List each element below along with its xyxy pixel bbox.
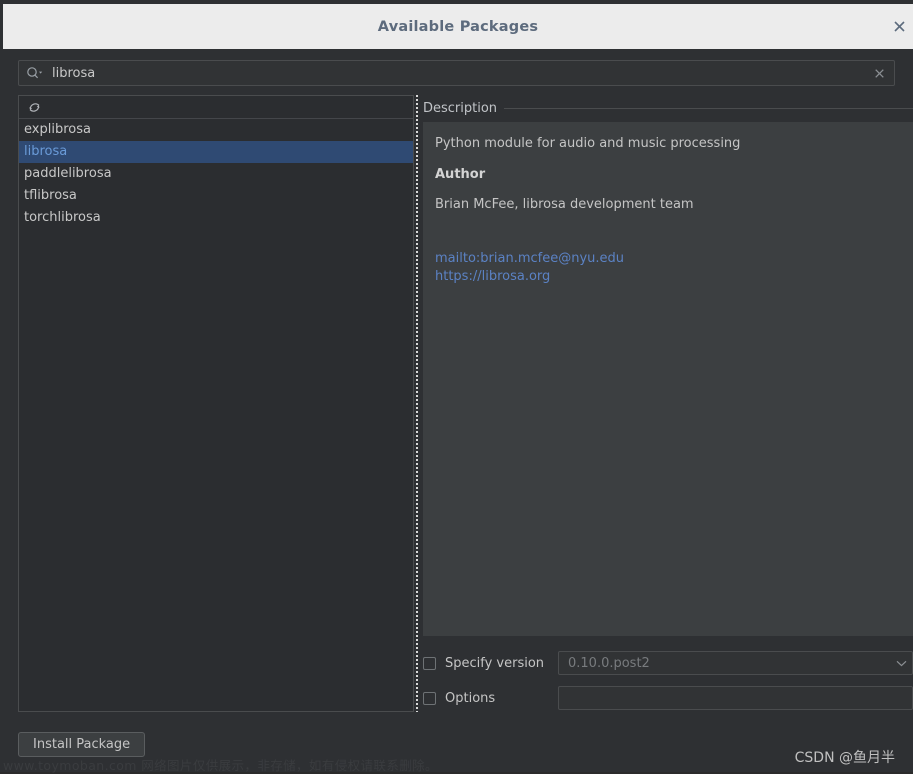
refresh-icon[interactable] (25, 98, 43, 116)
panel-splitter[interactable] (414, 95, 420, 712)
specify-version-label: Specify version (445, 655, 545, 671)
specify-version-row: Specify version 0.10.0.post2 (423, 650, 913, 676)
description-panel: Description Python module for audio and … (423, 98, 913, 638)
specify-version-checkbox[interactable] (423, 656, 436, 670)
package-list-panel: explibrosa librosa paddlelibrosa tflibro… (18, 95, 414, 712)
author-label: Author (435, 166, 486, 182)
search-input[interactable] (46, 62, 868, 84)
description-header: Description (423, 98, 913, 118)
package-summary: Python module for audio and music proces… (435, 136, 741, 151)
list-item[interactable]: paddlelibrosa (19, 163, 413, 185)
options-label: Options (445, 690, 496, 706)
dialog-titlebar: Available Packages (3, 4, 913, 49)
watermark-left: www.toymoban.com 网络图片仅供展示，非存储，如有侵权请联系删除。 (3, 758, 438, 773)
options-row: Options (423, 685, 913, 711)
header-divider (504, 107, 913, 109)
description-title: Description (423, 100, 498, 116)
list-item-selected[interactable]: librosa (19, 141, 413, 163)
clear-search-icon[interactable] (868, 62, 890, 84)
options-input[interactable] (558, 686, 913, 710)
close-icon[interactable] (888, 16, 910, 38)
options-checkbox[interactable] (423, 691, 436, 705)
list-toolbar (19, 96, 413, 119)
watermark-right: CSDN @鱼月半 (794, 750, 895, 766)
package-list[interactable]: explibrosa librosa paddlelibrosa tflibro… (19, 119, 413, 229)
install-package-button[interactable]: Install Package (18, 732, 146, 757)
author-value: Brian McFee, librosa development team (435, 197, 694, 213)
search-icon[interactable] (26, 66, 44, 80)
dialog-title: Available Packages (377, 18, 539, 35)
version-select[interactable]: 0.10.0.post2 (558, 651, 913, 675)
project-homepage-link[interactable]: https://librosa.org (435, 268, 913, 286)
splitter-grip (416, 95, 418, 712)
available-packages-dialog: Available Packages librosa explibrosa li… (0, 0, 913, 773)
list-item[interactable]: explibrosa (19, 119, 413, 141)
chevron-down-icon[interactable] (890, 660, 912, 667)
description-body: Python module for audio and music proces… (423, 122, 913, 636)
list-item[interactable]: tflibrosa (19, 185, 413, 207)
version-selected-value: 0.10.0.post2 (568, 655, 650, 671)
search-bar[interactable] (18, 60, 895, 86)
author-email-link[interactable]: mailto:brian.mcfee@nyu.edu (435, 250, 913, 268)
list-item[interactable]: torchlibrosa (19, 207, 413, 229)
